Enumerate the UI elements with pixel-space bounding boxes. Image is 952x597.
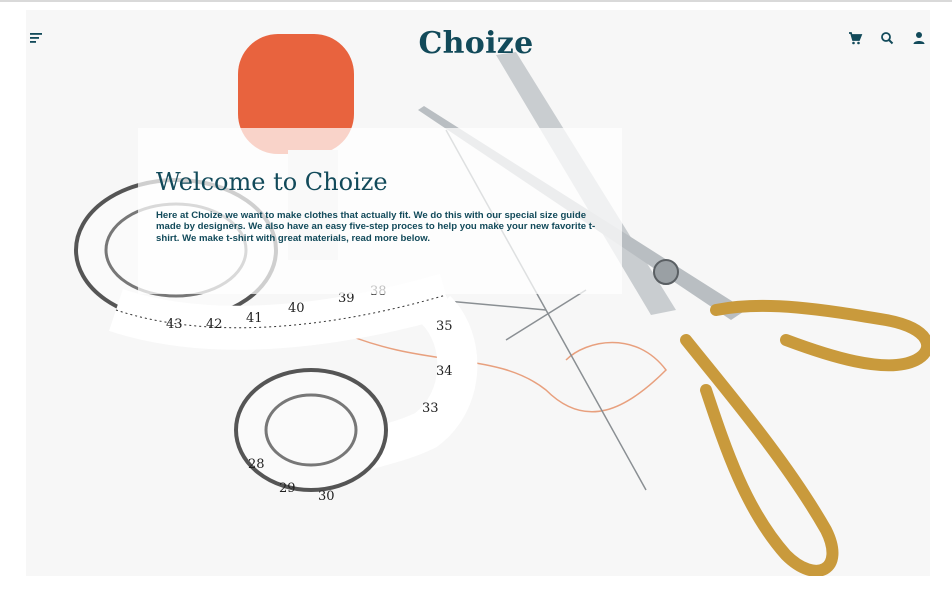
cart-icon [849, 32, 863, 45]
needle [505, 289, 587, 341]
scissors-handle-upper [710, 299, 930, 372]
search-icon [881, 32, 894, 45]
tape-number: 34 [436, 364, 453, 379]
tape-number: 29 [279, 481, 296, 496]
welcome-title: Welcome to Choize [156, 168, 388, 196]
top-border [0, 0, 952, 2]
tape-number: 28 [248, 457, 265, 472]
scissors-screw [653, 259, 679, 285]
tape-number: 40 [288, 301, 305, 316]
site-header: Choize [0, 10, 952, 66]
tape-number: 43 [166, 317, 183, 332]
user-icon [913, 32, 925, 44]
tape-number: 35 [436, 319, 453, 334]
scissors-handle-lower [680, 334, 839, 576]
tape-number: 41 [246, 311, 263, 326]
measuring-tape-coil [234, 368, 388, 492]
welcome-text: Here at Choize we want to make clothes t… [156, 210, 596, 244]
tape-number: 33 [422, 401, 439, 416]
welcome-panel: Welcome to Choize Here at Choize we want… [138, 128, 622, 294]
user-button[interactable] [911, 30, 927, 46]
hero-image: 39 40 41 42 43 38 35 34 33 29 30 28 Welc… [26, 10, 930, 576]
site-logo[interactable]: Choize [0, 26, 952, 62]
loose-thread [335, 329, 667, 413]
tape-number: 30 [318, 489, 335, 504]
search-button[interactable] [879, 30, 895, 46]
cart-button[interactable] [847, 30, 863, 46]
tape-number: 42 [206, 317, 223, 332]
